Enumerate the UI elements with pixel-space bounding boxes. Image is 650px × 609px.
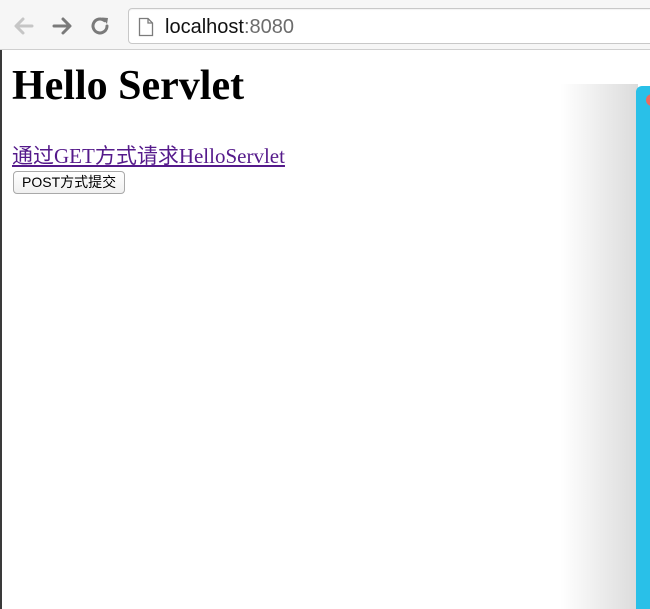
forward-arrow-icon	[52, 17, 72, 35]
reload-icon	[91, 17, 109, 35]
overlapping-window-shadow	[560, 84, 638, 609]
page-content: Hello Servlet 通过GET方式请求HelloServlet POST…	[0, 50, 650, 609]
overlapping-window[interactable]	[636, 86, 650, 609]
post-submit-button[interactable]: POST方式提交	[13, 171, 126, 194]
browser-toolbar: localhost:8080	[0, 0, 650, 50]
address-bar[interactable]: localhost:8080	[128, 8, 650, 44]
forward-button[interactable]	[48, 12, 76, 40]
back-arrow-icon	[14, 17, 34, 35]
reload-button[interactable]	[86, 12, 114, 40]
screen: localhost:8080 Hello Servlet 通过GET方式请求He…	[0, 0, 650, 609]
url-host: localhost	[165, 16, 244, 38]
window-left-edge	[0, 50, 2, 609]
page-title: Hello Servlet	[12, 63, 245, 109]
url-text: localhost:8080	[165, 15, 294, 39]
page-icon	[138, 17, 154, 37]
back-button[interactable]	[10, 12, 38, 40]
get-request-link[interactable]: 通过GET方式请求HelloServlet	[12, 144, 285, 168]
url-port: :8080	[243, 16, 294, 38]
